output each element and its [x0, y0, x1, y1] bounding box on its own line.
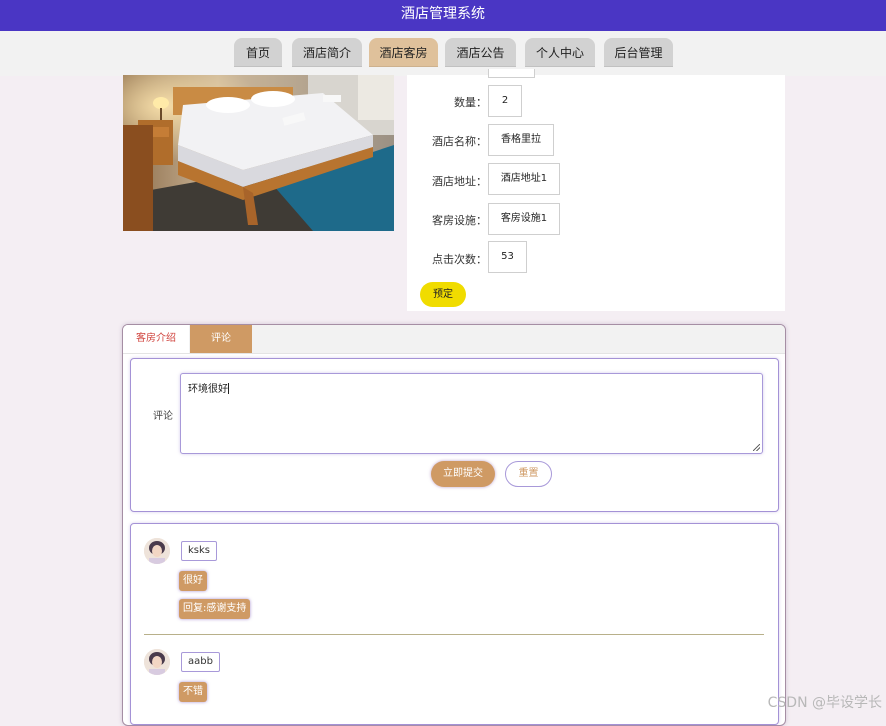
user-avatar-icon	[144, 538, 170, 564]
comment-label: 评论	[153, 411, 173, 422]
field-value-quantity: 2	[488, 85, 522, 117]
app-header: 酒店管理系统	[0, 0, 886, 31]
main-nav: 首页 酒店简介 酒店客房 酒店公告 个人中心 后台管理	[0, 31, 886, 76]
user-avatar-icon	[144, 649, 170, 675]
room-photo	[123, 75, 394, 231]
comment-textarea[interactable]: 环境很好	[180, 373, 763, 454]
book-button[interactable]: 预定	[420, 282, 466, 307]
tab-room-intro[interactable]: 客房介绍	[123, 325, 189, 353]
avatar	[144, 649, 170, 675]
avatar	[144, 538, 170, 564]
submit-button[interactable]: 立即提交	[431, 461, 495, 487]
room-info-panel: 数量： 2 酒店名称： 香格里拉 酒店地址： 酒店地址1 客房设施： 客房设施1…	[407, 69, 785, 311]
nav-home[interactable]: 首页	[234, 38, 282, 67]
comment-reply: 回复:感谢支持	[179, 599, 251, 619]
watermark: CSDN @毕设学长	[767, 695, 882, 711]
tab-comments[interactable]: 评论	[190, 325, 252, 353]
field-box-partial	[488, 69, 535, 78]
comment-divider	[144, 634, 764, 635]
comment-form: 评论 环境很好 立即提交 重置	[130, 358, 779, 512]
field-value-hotel-address: 酒店地址1	[488, 163, 560, 195]
reset-button[interactable]: 重置	[505, 461, 552, 487]
field-label-facilities: 客房设施：	[432, 214, 487, 227]
field-label-quantity: 数量：	[454, 96, 487, 109]
text-cursor	[228, 383, 229, 394]
nav-admin[interactable]: 后台管理	[604, 38, 673, 67]
comment-list: ksks 很好 回复:感谢支持 aabb 不错	[130, 523, 779, 725]
comment-username: aabb	[181, 652, 220, 672]
field-label-click-count: 点击次数：	[432, 253, 487, 266]
tab-bar: 客房介绍 评论	[123, 325, 785, 354]
field-value-click-count: 53	[488, 241, 527, 273]
nav-personal-center[interactable]: 个人中心	[525, 38, 595, 67]
field-value-facilities: 客房设施1	[488, 203, 560, 235]
field-value-hotel-name: 香格里拉	[488, 124, 554, 156]
field-label-hotel-address: 酒店地址：	[432, 175, 487, 188]
comment-content: 很好	[179, 571, 207, 591]
nav-announcements[interactable]: 酒店公告	[445, 38, 516, 67]
comment-username: ksks	[181, 541, 218, 561]
comment-text: 环境很好	[188, 384, 228, 395]
comment-content: 不错	[179, 682, 207, 702]
nav-hotel-intro[interactable]: 酒店简介	[292, 38, 362, 67]
nav-hotel-rooms[interactable]: 酒店客房	[369, 38, 438, 67]
field-label-hotel-name: 酒店名称：	[432, 135, 487, 148]
resize-handle-icon[interactable]	[753, 444, 760, 451]
app-title: 酒店管理系统	[401, 6, 485, 22]
